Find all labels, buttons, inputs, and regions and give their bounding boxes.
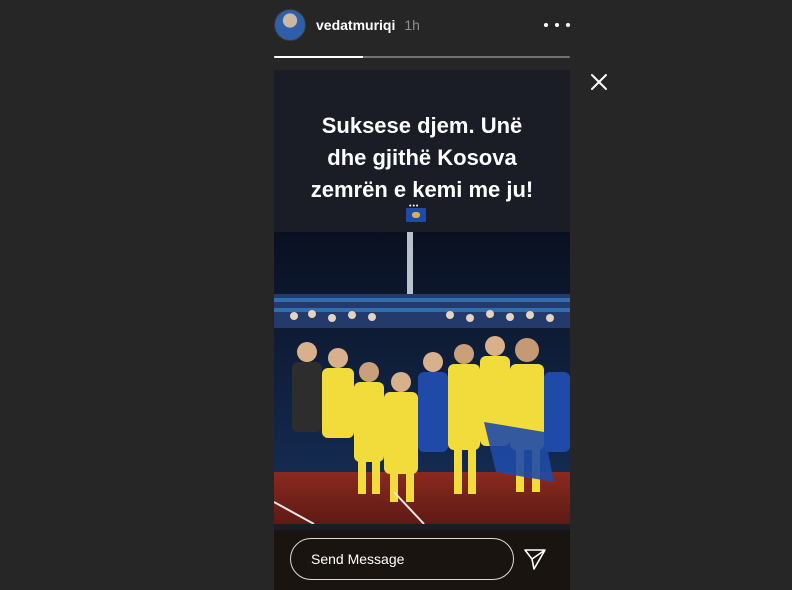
send-message-input[interactable]: Send Message: [290, 538, 514, 580]
timestamp: 1h: [404, 17, 420, 33]
caption-line: zemrën e kemi me ju!: [310, 177, 534, 202]
send-icon[interactable]: [522, 546, 548, 572]
story-content[interactable]: Suksese djem. Unë dhe gjithë Kosova zemr…: [274, 70, 570, 590]
avatar[interactable]: [274, 9, 306, 41]
more-dot: [544, 23, 548, 27]
story-photo: [274, 232, 570, 524]
story-header: vedatmuriqi 1h: [274, 8, 570, 42]
kosovo-flag-icon: [406, 203, 426, 222]
caption-line: dhe gjithë Kosova: [327, 145, 517, 170]
story-caption: Suksese djem. Unë dhe gjithë Kosova zemr…: [274, 110, 570, 206]
more-dot: [566, 23, 570, 27]
reply-bar: Send Message: [274, 530, 570, 590]
caption-line: Suksese djem. Unë: [321, 113, 523, 138]
story-progress-fill: [274, 56, 363, 58]
username[interactable]: vedatmuriqi: [316, 17, 395, 33]
more-dot: [555, 23, 559, 27]
more-options-icon[interactable]: [544, 15, 570, 35]
story-progress-bar: [274, 56, 570, 58]
close-icon[interactable]: [589, 72, 609, 92]
story-viewer: vedatmuriqi 1h Suksese djem. Unë dhe gji…: [0, 0, 792, 590]
